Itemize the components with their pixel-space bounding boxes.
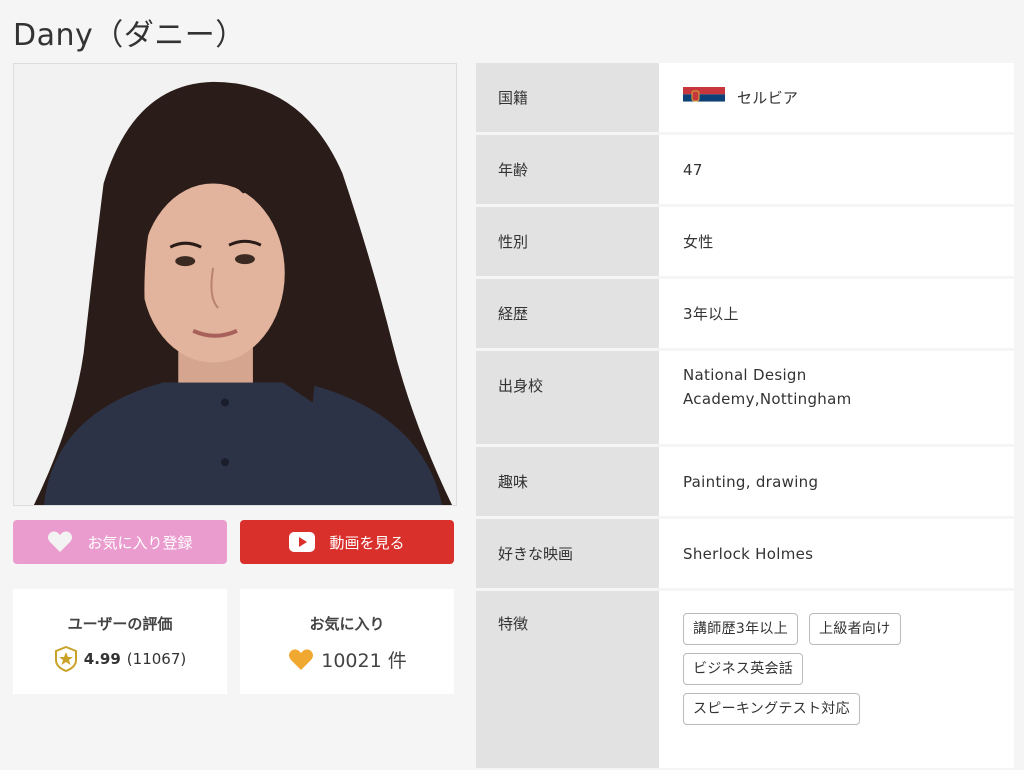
add-favorite-button[interactable]: お気に入り登録 (13, 520, 227, 564)
experience-label: 経歴 (476, 279, 659, 348)
heart-icon (289, 648, 314, 670)
favorites-value: 10021 件 (321, 650, 407, 672)
teacher-photo (13, 63, 457, 506)
watch-video-button[interactable]: 動画を見る (240, 520, 454, 564)
gender-row: 性別 女性 (476, 207, 1014, 279)
nationality-row: 国籍 セルビア (476, 63, 1014, 135)
feature-tag[interactable]: 講師歴3年以上 (683, 613, 799, 645)
age-label: 年齢 (476, 135, 659, 204)
experience-value: 3年以上 (659, 279, 1014, 348)
hobby-value: Painting, drawing (659, 447, 1014, 516)
experience-row: 経歴 3年以上 (476, 279, 1014, 351)
rating-value: 4.99 (83, 650, 121, 668)
movie-label: 好きな映画 (476, 519, 659, 588)
school-value: National Design Academy,Nottingham (659, 351, 1014, 444)
school-value-line2: Academy,Nottingham (683, 390, 852, 408)
nationality-label: 国籍 (476, 63, 659, 132)
school-label: 出身校 (476, 351, 659, 444)
features-row: 特徴 講師歴3年以上 上級者向け ビジネス英会話 スピーキングテスト対応 (476, 591, 1014, 770)
school-value-line1: National Design (683, 366, 807, 384)
rating-label: ユーザーの評価 (67, 615, 173, 633)
feature-tags: 講師歴3年以上 上級者向け ビジネス英会話 スピーキングテスト対応 (683, 613, 973, 725)
star-badge-icon (54, 646, 77, 672)
heart-icon (48, 531, 73, 552)
favorites-label: お気に入り (309, 615, 385, 633)
serbia-flag-icon (683, 86, 725, 109)
nationality-cell: セルビア (659, 63, 1014, 132)
gender-label: 性別 (476, 207, 659, 276)
rating-card: ユーザーの評価 4.99 (11067) (13, 589, 227, 694)
hobby-label: 趣味 (476, 447, 659, 516)
features-cell: 講師歴3年以上 上級者向け ビジネス英会話 スピーキングテスト対応 (659, 591, 1014, 768)
feature-tag[interactable]: ビジネス英会話 (683, 653, 804, 685)
feature-tag[interactable]: スピーキングテスト対応 (683, 693, 860, 725)
movie-row: 好きな映画 Sherlock Holmes (476, 519, 1014, 591)
play-icon (289, 532, 316, 552)
movie-value: Sherlock Holmes (659, 519, 1014, 588)
nationality-value: セルビア (737, 88, 799, 107)
age-value: 47 (659, 135, 1014, 204)
school-row: 出身校 National Design Academy,Nottingham (476, 351, 1014, 447)
add-favorite-label: お気に入り登録 (87, 533, 193, 552)
watch-video-label: 動画を見る (329, 533, 405, 552)
hobby-row: 趣味 Painting, drawing (476, 447, 1014, 519)
age-row: 年齢 47 (476, 135, 1014, 207)
features-label: 特徴 (476, 591, 659, 768)
rating-count: (11067) (126, 650, 187, 668)
page-title: Dany（ダニー） (13, 18, 246, 53)
favorites-card: お気に入り 10021 件 (240, 589, 454, 694)
gender-value: 女性 (659, 207, 1014, 276)
feature-tag[interactable]: 上級者向け (809, 613, 901, 645)
profile-details-table: 国籍 セルビア 年齢 47 性別 女性 経歴 3年以上 出身校 National… (476, 63, 1014, 770)
